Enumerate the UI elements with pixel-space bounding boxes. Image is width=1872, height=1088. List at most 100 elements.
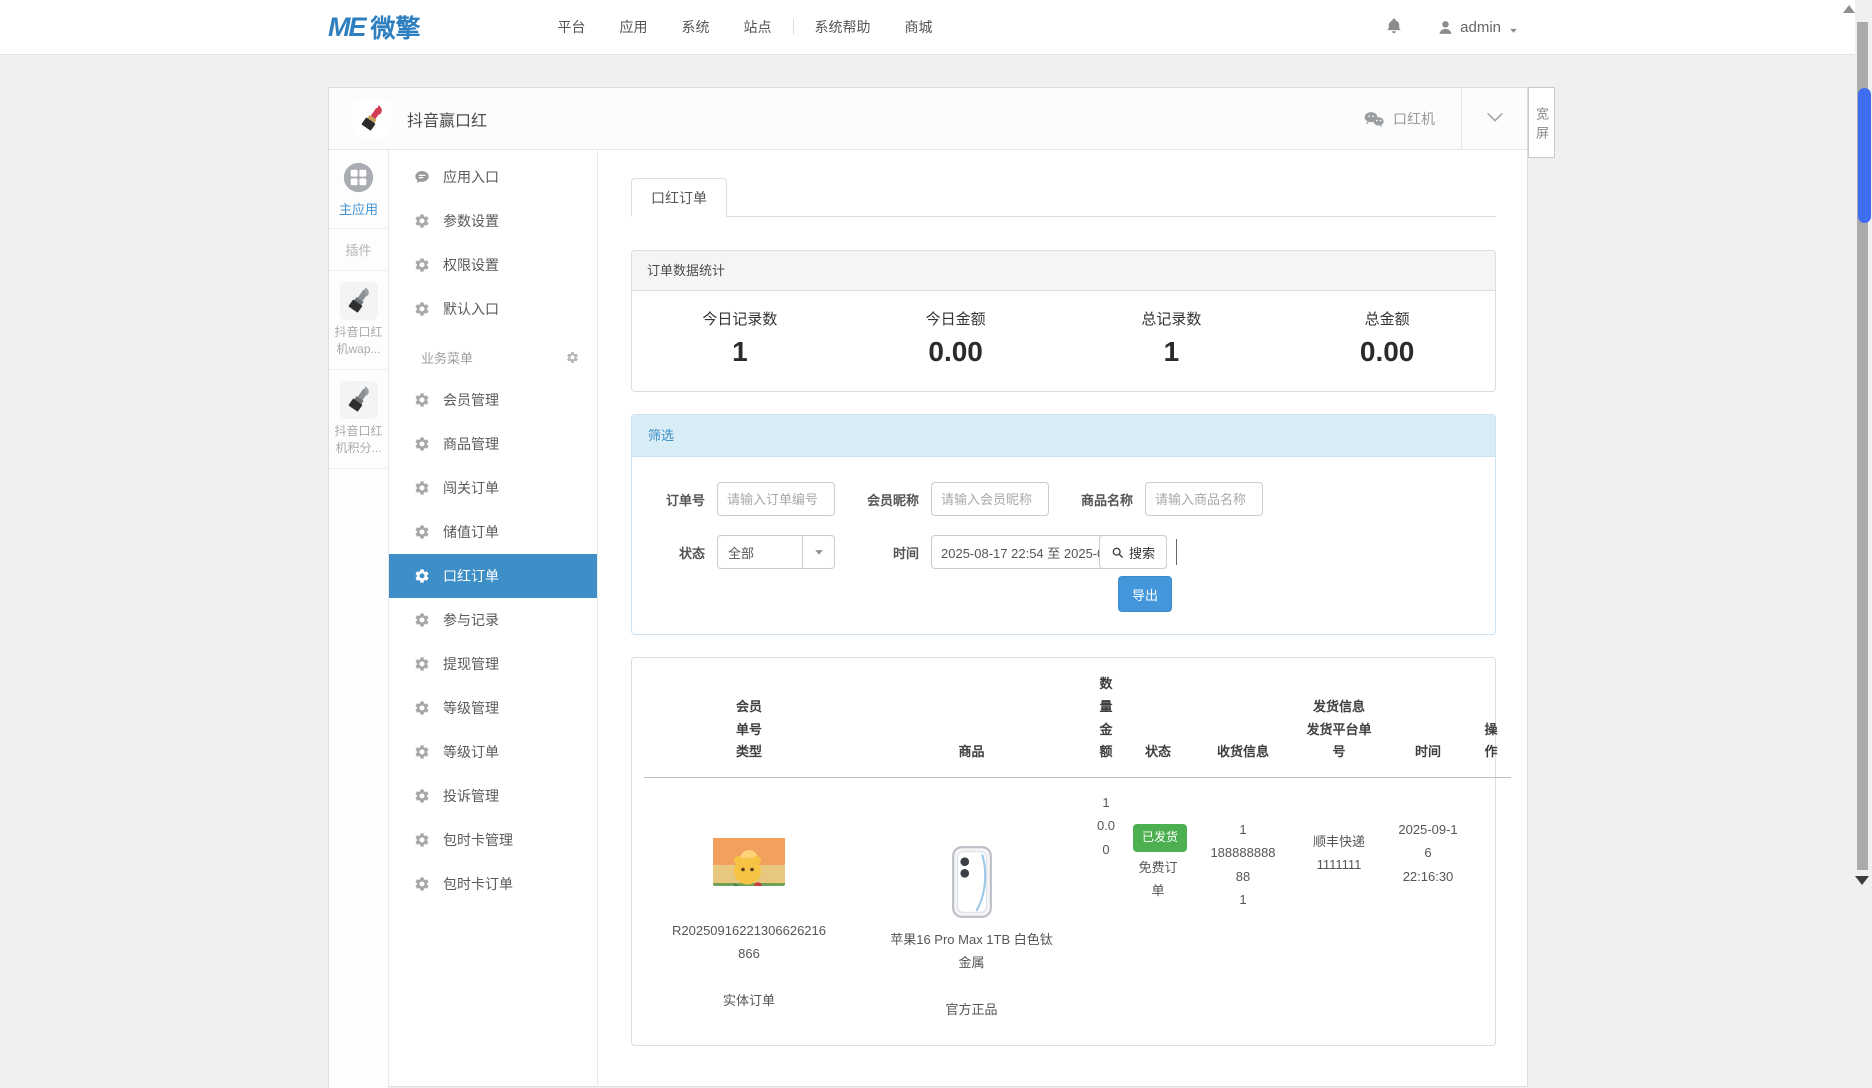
nav-item-help[interactable]: 系统帮助 (798, 17, 888, 37)
widescreen-toggle-button[interactable]: 宽屏 (1528, 87, 1555, 158)
rail-plugin-points[interactable]: 抖音口红机积分... (329, 370, 388, 469)
text-cursor (1176, 539, 1177, 565)
scrollbar-up-arrow[interactable] (1843, 5, 1855, 13)
app-title: 抖音赢口红 (407, 107, 1363, 131)
app-rail: 主应用 插件 抖音口红机wap... 抖音口红机积分... (329, 150, 389, 1088)
col-status: 状态 (1123, 658, 1193, 778)
account-selector[interactable]: 口红机 (1363, 109, 1461, 129)
export-button[interactable]: 导出 (1118, 576, 1172, 612)
search-icon (1111, 546, 1124, 559)
stat-label: 总金额 (1279, 308, 1495, 329)
gear-icon (414, 656, 430, 672)
nickname-input[interactable] (931, 482, 1049, 516)
sidebar-item-complaints[interactable]: 投诉管理 (389, 774, 597, 818)
nav-item-site[interactable]: 站点 (727, 17, 789, 37)
gear-icon (414, 480, 430, 496)
caret-down-icon (802, 536, 834, 568)
weiengine-logo[interactable]: ME 微擎 (328, 9, 421, 45)
filter-panel: 筛选 订单号 会员昵称 商品名称 状态 全部 (631, 414, 1496, 635)
gear-icon[interactable] (566, 351, 579, 364)
sidebar-item-label: 投诉管理 (443, 786, 499, 806)
table-header-row: 会员 单号 类型 商品 数量金额 状态 收货信息 发货信息 发货平台单号 时间 … (644, 658, 1511, 778)
gear-icon (414, 392, 430, 408)
cell-time: 2025-09-16 22:16:30 (1385, 778, 1471, 1045)
gear-icon (414, 700, 430, 716)
sidebar-item-label: 包时卡管理 (443, 830, 513, 850)
logo-mark: ME (328, 12, 365, 43)
account-label: 口红机 (1393, 109, 1435, 129)
status-label: 状态 (665, 543, 705, 562)
sidebar-item-timecard-orders[interactable]: 包时卡订单 (389, 862, 597, 906)
main-content: 口红订单 订单数据统计 今日记录数 1 今日金额 0.00 总记录数 (598, 150, 1527, 1088)
sidebar-item-lipstick-orders[interactable]: 口红订单 (389, 554, 597, 598)
menu-section-label: 业务菜单 (421, 348, 566, 367)
gear-icon (414, 832, 430, 848)
sidebar-menu: 应用入口 参数设置 权限设置 默认入口 业务菜单 会员管理 (389, 150, 598, 1088)
gear-icon (414, 213, 430, 229)
rail-plugin-wap[interactable]: 抖音口红机wap... (329, 271, 388, 370)
rail-plugin-points-label: 抖音口红机积分... (331, 423, 386, 458)
stat-today-records: 今日记录数 1 (632, 308, 848, 368)
cell-receiver: 1 18888888888 1 (1193, 778, 1293, 1045)
user-menu[interactable]: admin (1437, 19, 1518, 36)
sidebar-item-participation[interactable]: 参与记录 (389, 598, 597, 642)
notification-bell-icon[interactable] (1385, 17, 1403, 37)
sidebar-item-levels[interactable]: 等级管理 (389, 686, 597, 730)
nav-item-system[interactable]: 系统 (665, 17, 727, 37)
filter-panel-title: 筛选 (632, 415, 1495, 457)
sidebar-item-params[interactable]: 参数设置 (389, 199, 597, 243)
sidebar-item-withdrawals[interactable]: 提现管理 (389, 642, 597, 686)
rail-plugin-wap-label: 抖音口红机wap... (331, 324, 386, 359)
nav-item-platform[interactable]: 平台 (541, 17, 603, 37)
grid-icon (342, 161, 375, 194)
sidebar-item-label: 参与记录 (443, 610, 499, 630)
sidebar-item-label: 参数设置 (443, 211, 499, 231)
gear-icon (414, 744, 430, 760)
nav-item-store[interactable]: 商城 (888, 17, 950, 37)
scrollbar-thumb[interactable] (1858, 88, 1871, 223)
order-no-input[interactable] (717, 482, 835, 516)
sidebar-item-app-entry[interactable]: 应用入口 (389, 155, 597, 199)
search-button[interactable]: 搜索 (1099, 535, 1167, 569)
sidebar-item-label: 口红订单 (443, 566, 499, 586)
top-navbar: ME 微擎 平台 应用 系统 站点 系统帮助 商城 admin (0, 0, 1872, 55)
gear-icon (414, 301, 430, 317)
tab-lipstick-orders[interactable]: 口红订单 (631, 178, 727, 217)
sidebar-item-label: 等级订单 (443, 742, 499, 762)
sidebar-item-label: 会员管理 (443, 390, 499, 410)
scrollbar-down-arrow[interactable] (1855, 876, 1869, 885)
cell-product: 苹果16 Pro Max 1TB 白色钛金属 官方正品 (854, 778, 1089, 1045)
stat-total-records: 总记录数 1 (1064, 308, 1280, 368)
wechat-icon (1363, 110, 1385, 128)
user-icon (1437, 19, 1454, 36)
sidebar-item-timecard-mgmt[interactable]: 包时卡管理 (389, 818, 597, 862)
status-select[interactable]: 全部 (717, 535, 835, 569)
time-label: 时间 (893, 543, 919, 562)
sidebar-item-default-entry[interactable]: 默认入口 (389, 287, 597, 331)
rail-main-app[interactable]: 主应用 (329, 150, 388, 229)
sidebar-item-level-orders[interactable]: 等级订单 (389, 730, 597, 774)
table-row: R20250916221306626216866 实体订单 (644, 778, 1511, 1045)
collapse-header-button[interactable] (1461, 88, 1527, 150)
sidebar-item-permissions[interactable]: 权限设置 (389, 243, 597, 287)
stat-total-amount: 总金额 0.00 (1279, 308, 1495, 368)
sidebar-item-members[interactable]: 会员管理 (389, 378, 597, 422)
product-name-input[interactable] (1145, 482, 1263, 516)
cell-status: 已发货 免费订单 (1123, 778, 1193, 1045)
stat-value: 0.00 (1279, 336, 1495, 368)
sidebar-item-label: 应用入口 (443, 167, 499, 187)
nav-item-apps[interactable]: 应用 (603, 17, 665, 37)
app-header: 抖音赢口红 口红机 (329, 88, 1527, 150)
stat-value: 1 (632, 336, 848, 368)
product-name-label: 商品名称 (1081, 490, 1133, 509)
rail-plugins-label: 插件 (329, 229, 388, 271)
sidebar-item-level-pass-orders[interactable]: 闯关订单 (389, 466, 597, 510)
sidebar-item-label: 包时卡订单 (443, 874, 513, 894)
sidebar-item-stored-value-orders[interactable]: 储值订单 (389, 510, 597, 554)
stat-label: 今日金额 (848, 308, 1064, 329)
lipstick-app-icon (353, 100, 391, 138)
col-receiver: 收货信息 (1193, 658, 1293, 778)
gear-icon (414, 436, 430, 452)
search-button-label: 搜索 (1129, 543, 1155, 562)
sidebar-item-products[interactable]: 商品管理 (389, 422, 597, 466)
